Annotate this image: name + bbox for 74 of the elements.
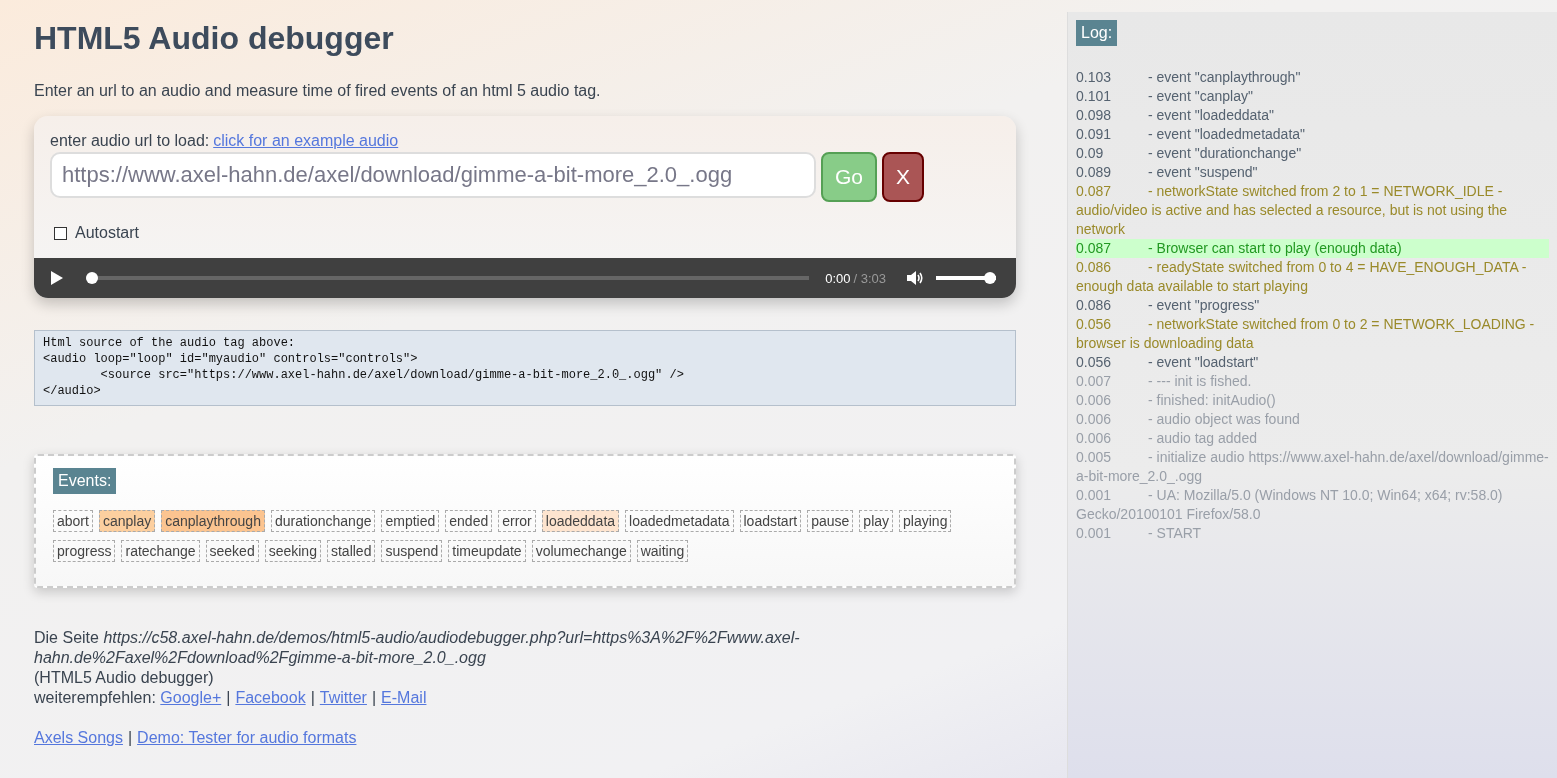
- event-tag: progress: [53, 540, 116, 562]
- source-code: Html source of the audio tag above: <audio loop="loop" id="myaudio" controls="controls"> <source src="https://www.axel-hahn.de/axel/download/gimme-a-bit-more_2.0_.ogg" /> </audio>: [34, 330, 1016, 406]
- event-tag: play: [859, 510, 894, 532]
- log-entry: 0.089 - event "suspend": [1076, 164, 1258, 180]
- log-entry: 0.006 - audio object was found: [1076, 411, 1300, 427]
- event-tag: volumechange: [531, 540, 631, 562]
- volume-thumb[interactable]: [984, 272, 996, 284]
- volume-icon[interactable]: [906, 270, 924, 286]
- event-tag: loadeddata: [541, 510, 620, 532]
- log-entry: 0.103 - event "canplaythrough": [1076, 69, 1301, 85]
- event-tag: ratechange: [121, 540, 200, 562]
- intro-text: Enter an url to an audio and measure time of fired events of an html 5 audio tag.: [34, 82, 602, 100]
- page-name-text: (HTML5 Audio debugger): [34, 668, 215, 688]
- autostart-label: Autostart: [75, 224, 140, 242]
- log-entry: 0.098 - event "loadeddata": [1076, 107, 1274, 123]
- log-entry: 0.091 - event "loadedmetadata": [1076, 126, 1306, 142]
- duration-time: / 3:03: [853, 270, 886, 286]
- event-tag: canplaythrough: [161, 510, 265, 532]
- url-field[interactable]: https://www.axel-hahn.de/axel/download/gimme-a-bit-more_2.0_.ogg: [50, 152, 816, 198]
- current-time: 0:00: [825, 270, 851, 286]
- event-tag: ended: [445, 510, 493, 532]
- example-link[interactable]: click for an example audio: [213, 132, 399, 150]
- events-heading: Events:: [53, 468, 117, 494]
- log-entry: 0.087 - Browser can start to play (enough data): [1076, 240, 1402, 256]
- log-entry: 0.005 - initialize audio https://www.axel-hahn.de/axel/download/gimme-a-bit-more_2.0_.ogg: [1076, 449, 1549, 484]
- event-tag: loadstart: [739, 510, 802, 532]
- share-link[interactable]: Google+: [160, 689, 222, 706]
- log-entry: 0.007 - --- init is fished.: [1076, 373, 1252, 389]
- autostart-checkbox[interactable]: [54, 226, 67, 240]
- log-entry: 0.086 - event "progress": [1076, 297, 1260, 313]
- page-url-text: Die Seite https://c58.axel-hahn.de/demos/html5-audio/audiodebugger.php?url=https%3A%2F%2Fwww.axel-hahn.de%2Faxel%2Fdownload%2Fgimme-a-bit-more_2.0_.ogg: [34, 628, 801, 668]
- log-heading: Log:: [1076, 20, 1118, 46]
- url-label: enter audio url to load:: [50, 132, 210, 150]
- event-tag: durationchange: [270, 510, 376, 532]
- event-tag: playing: [899, 510, 952, 532]
- log-entry: 0.001 - START: [1076, 525, 1202, 541]
- separator: |: [226, 689, 231, 706]
- log-entry: 0.09 - event "durationchange": [1076, 145, 1302, 161]
- share-link[interactable]: Facebook: [235, 689, 306, 706]
- progress-thumb[interactable]: [86, 272, 98, 284]
- log-entry: 0.056 - networkState switched from 0 to 2 = NETWORK_LOADING - browser is downloading data: [1076, 316, 1535, 351]
- log-entry: 0.086 - readyState switched from 0 to 4 = HAVE_ENOUGH_DATA - enough data available to start playing: [1076, 259, 1527, 294]
- progress-track[interactable]: [86, 272, 810, 284]
- event-tag: abort: [53, 510, 93, 532]
- event-tag: pause: [807, 510, 854, 532]
- event-tag: timeupdate: [448, 540, 526, 562]
- event-tag: stalled: [326, 540, 376, 562]
- share-link[interactable]: Twitter: [319, 689, 367, 706]
- event-tag: suspend: [381, 540, 443, 562]
- separator: |: [127, 729, 133, 746]
- log-entry: 0.006 - audio tag added: [1076, 430, 1257, 446]
- log-entry: 0.056 - event "loadstart": [1076, 354, 1259, 370]
- page-title: HTML5 Audio debugger: [34, 20, 395, 57]
- log-entry: 0.001 - UA: Mozilla/5.0 (Windows NT 10.0; Win64; x64; rv:58.0) Gecko/20100101 Firefox/58.0: [1076, 487, 1503, 522]
- event-tag: loadedmetadata: [625, 510, 734, 532]
- footer-link[interactable]: Demo: Tester for audio formats: [137, 729, 357, 746]
- event-tag: canplay: [98, 510, 156, 532]
- event-tag: emptied: [381, 510, 440, 532]
- clear-button[interactable]: X: [882, 152, 925, 202]
- share-label: weiterempfehlen:: [34, 689, 157, 706]
- volume-slider[interactable]: [936, 272, 996, 284]
- event-tag: error: [498, 510, 536, 532]
- event-tag: seeked: [205, 540, 259, 562]
- go-button[interactable]: Go: [821, 152, 877, 202]
- separator: |: [310, 689, 315, 706]
- event-tag: seeking: [264, 540, 321, 562]
- separator: |: [371, 689, 377, 706]
- event-tag: waiting: [636, 540, 689, 562]
- footer-link[interactable]: Axels Songs: [34, 729, 123, 746]
- share-link[interactable]: E-Mail: [381, 689, 427, 706]
- log-entry: 0.087 - networkState switched from 2 to 1 = NETWORK_IDLE - audio/video is active and has selected a resource, but is not using the network: [1076, 183, 1508, 237]
- log-entry: 0.101 - event "canplay": [1076, 88, 1253, 104]
- play-icon[interactable]: [50, 270, 64, 286]
- log-entry: 0.006 - finished: initAudio(): [1076, 392, 1276, 408]
